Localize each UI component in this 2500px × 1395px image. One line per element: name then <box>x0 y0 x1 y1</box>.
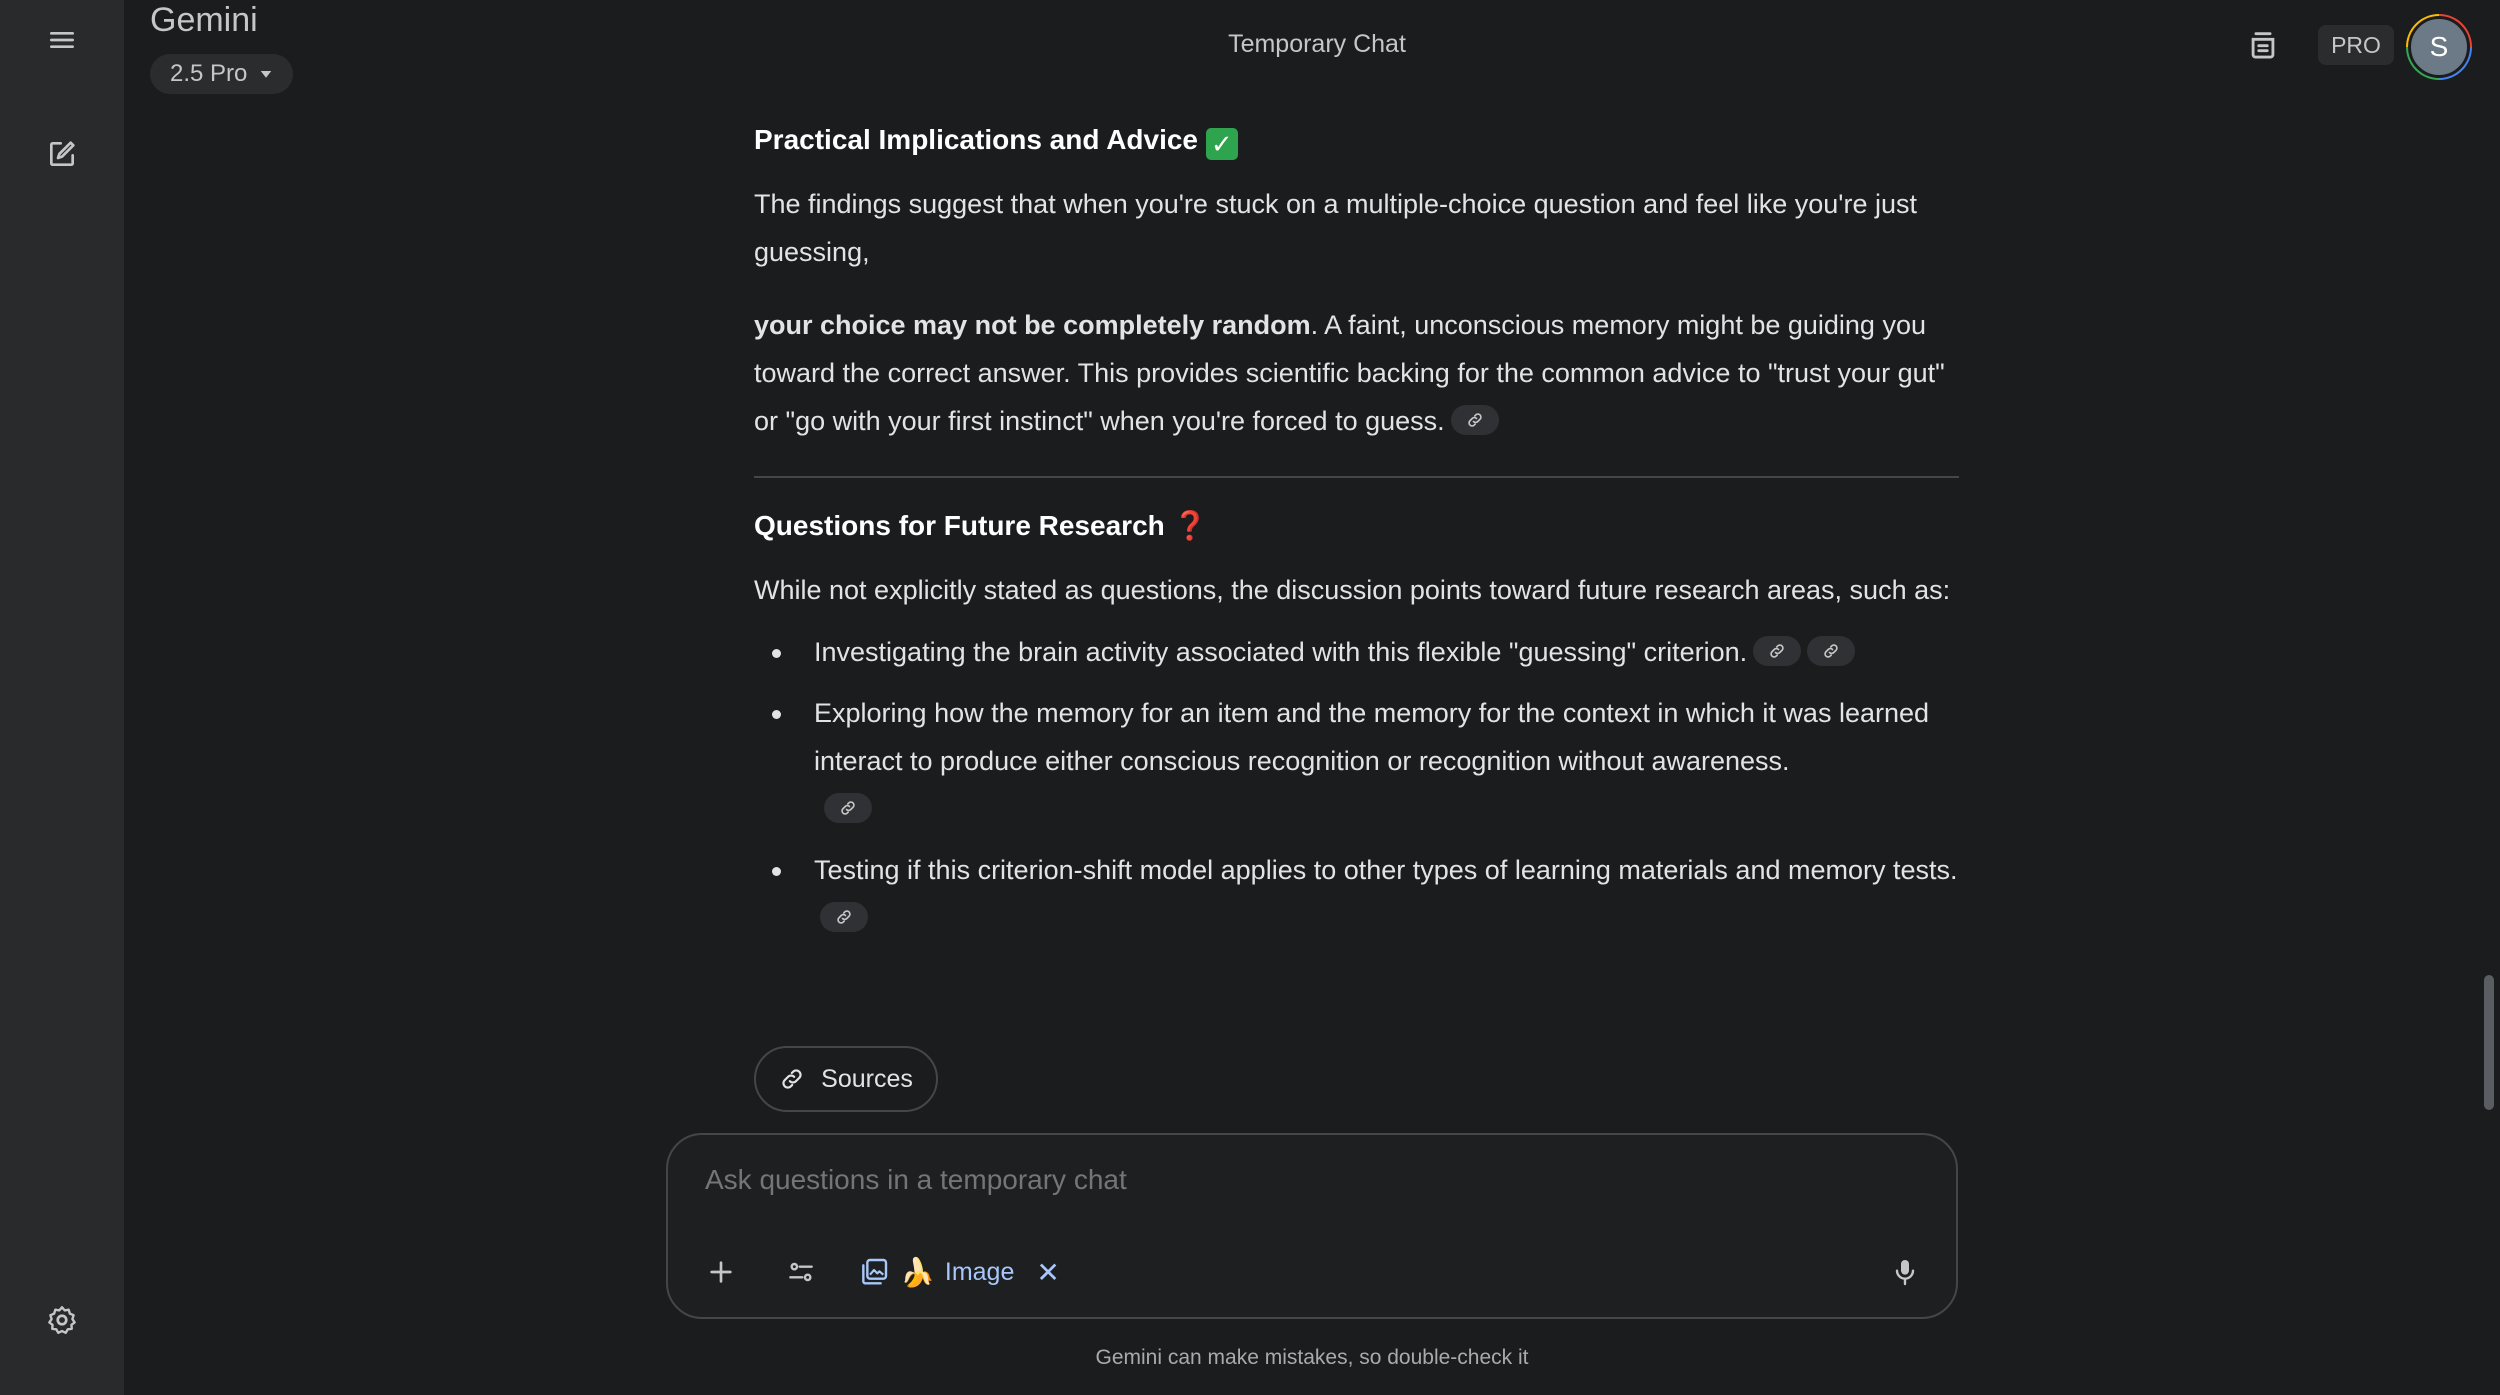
model-selector[interactable]: 2.5 Pro <box>150 54 294 94</box>
pro-badge: PRO <box>2318 25 2394 65</box>
link-icon <box>837 910 851 924</box>
paragraph-findings: The findings suggest that when you're st… <box>754 189 1917 267</box>
question-mark-icon: ❓ <box>1172 510 1208 541</box>
list-item: Testing if this criterion-shift model ap… <box>754 846 1959 942</box>
new-chat-icon <box>50 141 75 166</box>
heading-text: Questions for Future Research <box>754 510 1165 541</box>
temporary-chat-icon <box>2251 32 2275 59</box>
banana-emoji: 🍌 <box>900 1256 935 1288</box>
bold-phrase: your choice may not be completely random <box>754 310 1311 340</box>
response-content: Practical Implications and Advice ✓ The … <box>754 110 1959 955</box>
list-item: Investigating the brain activity associa… <box>754 628 1959 676</box>
microphone-button[interactable] <box>1880 1247 1930 1297</box>
list-item-text: Testing if this criterion-shift model ap… <box>814 855 1958 885</box>
image-tool-chip[interactable]: 🍌 Image ✕ <box>858 1247 1060 1297</box>
citation-chip[interactable] <box>1807 636 1856 666</box>
prompt-input[interactable] <box>703 1163 1807 1197</box>
citation-chip[interactable] <box>1450 405 1499 435</box>
list-item-text: Exploring how the memory for an item and… <box>814 698 1930 776</box>
heading-text: Practical Implications and Advice <box>754 124 1199 155</box>
new-chat-button[interactable] <box>28 120 96 188</box>
prompt-input-box: 🍌 Image ✕ <box>666 1133 1958 1319</box>
temporary-chat-button[interactable] <box>2238 20 2288 70</box>
caret-down-icon <box>261 71 272 78</box>
link-icon <box>1824 644 1838 658</box>
menu-icon <box>50 31 74 48</box>
tools-button[interactable] <box>776 1247 826 1297</box>
scrollbar-thumb[interactable] <box>2484 975 2494 1110</box>
sources-button[interactable]: Sources <box>754 1046 938 1112</box>
sidebar <box>0 0 124 1395</box>
link-icon <box>782 1069 802 1089</box>
avatar: S <box>2408 16 2470 78</box>
add-button[interactable] <box>696 1247 746 1297</box>
list-item: Exploring how the memory for an item and… <box>754 689 1959 833</box>
paragraph-choice: your choice may not be completely random… <box>754 301 1959 445</box>
menu-button[interactable] <box>28 6 96 74</box>
account-avatar-button[interactable]: S <box>2406 14 2472 80</box>
close-icon[interactable]: ✕ <box>1036 1256 1059 1289</box>
link-icon <box>1467 413 1482 427</box>
paragraph-intro: While not explicitly stated as questions… <box>754 575 1951 605</box>
settings-button[interactable] <box>28 1286 96 1354</box>
app-root: Gemini 2.5 Pro Temporary Chat PRO S Prac… <box>0 0 2500 1395</box>
list-item-text: Investigating the brain activity associa… <box>814 637 1748 667</box>
disclaimer-text: Gemini can make mistakes, so double-chec… <box>1095 1346 1529 1369</box>
citation-chip[interactable] <box>824 793 872 823</box>
section-heading-advice: Practical Implications and Advice ✓ <box>754 110 1959 170</box>
model-label: 2.5 Pro <box>170 60 248 87</box>
link-icon <box>841 801 855 815</box>
citation-chip[interactable] <box>820 902 868 932</box>
image-gallery-icon <box>862 1258 888 1285</box>
citation-chip[interactable] <box>1753 636 1802 666</box>
chat-title: Temporary Chat <box>1228 30 1406 58</box>
check-mark-icon: ✓ <box>1205 128 1238 160</box>
research-list: Investigating the brain activity associa… <box>754 628 1959 942</box>
sources-label: Sources <box>821 1064 913 1093</box>
plus-icon <box>710 1261 732 1283</box>
settings-icon <box>48 1306 76 1334</box>
section-heading-research: Questions for Future Research ❓ <box>754 496 1959 556</box>
microphone-icon <box>1895 1260 1915 1286</box>
divider <box>754 476 1959 478</box>
tools-icon <box>789 1262 813 1282</box>
link-icon <box>1770 644 1784 658</box>
image-chip-label: Image <box>944 1257 1015 1286</box>
brand-title: Gemini <box>150 1 258 39</box>
